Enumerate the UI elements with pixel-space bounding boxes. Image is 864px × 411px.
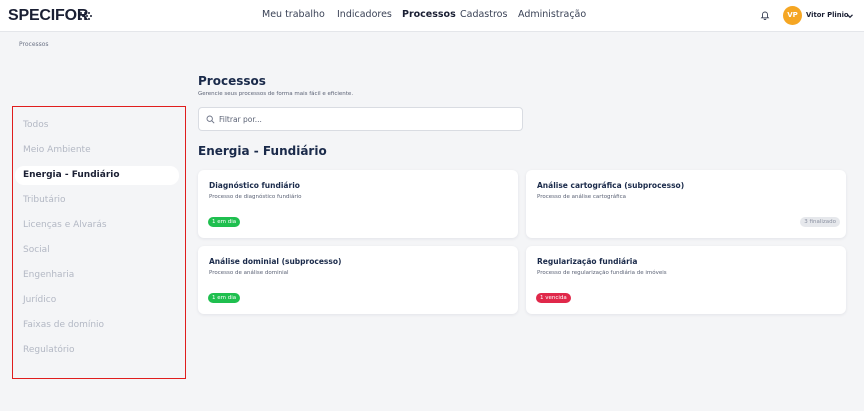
sidebar-item-social[interactable]: Social (23, 245, 50, 255)
sidebar-item-licencas-alvaras[interactable]: Licenças e Alvarás (23, 220, 107, 230)
sidebar-item-juridico[interactable]: Jurídico (23, 295, 56, 305)
logo-dots-icon (80, 12, 94, 22)
user-avatar[interactable]: VP (783, 6, 802, 25)
nav-meu-trabalho[interactable]: Meu trabalho (262, 9, 325, 25)
sidebar-item-faixas-dominio[interactable]: Faixas de domínio (23, 320, 104, 330)
card-title[interactable]: Análise cartográfica (subprocesso) (537, 181, 684, 190)
breadcrumb[interactable]: Processos (19, 41, 49, 48)
process-card-analise-dominial[interactable]: Análise dominial (subprocesso) Processo … (198, 246, 518, 314)
top-navbar: SPECIFOR Meu trabalho Indicadores Proces… (0, 0, 864, 32)
card-subtitle: Processo de análise cartográfica (537, 194, 627, 200)
nav-administracao[interactable]: Administração (518, 9, 586, 25)
search-icon (206, 115, 215, 124)
sidebar-item-regulatorio[interactable]: Regulatório (23, 345, 75, 355)
status-badge: 1 em dia (208, 217, 241, 227)
nav-processos[interactable]: Processos (402, 9, 456, 25)
section-title: Energia - Fundiário (198, 144, 327, 158)
card-subtitle: Processo de regularização fundiária de i… (537, 270, 667, 276)
nav-indicadores[interactable]: Indicadores (337, 9, 392, 25)
status-badge: 3 finalizado (800, 217, 840, 227)
nav-cadastros[interactable]: Cadastros (460, 9, 507, 25)
sidebar-item-todos[interactable]: Todos (23, 120, 48, 130)
status-badge: 1 vencida (536, 293, 571, 303)
card-title[interactable]: Análise dominial (subprocesso) (209, 257, 341, 266)
card-title[interactable]: Diagnóstico fundiário (209, 181, 300, 190)
process-card-regularizacao[interactable]: Regularização fundiária Processo de regu… (526, 246, 846, 314)
sidebar-item-tributario[interactable]: Tributário (23, 195, 66, 205)
process-card-diagnostico[interactable]: Diagnóstico fundiário Processo de diagnó… (198, 170, 518, 238)
user-name[interactable]: Vitor Plinio (806, 11, 849, 19)
chevron-down-icon[interactable] (846, 12, 854, 20)
sidebar-item-meio-ambiente[interactable]: Meio Ambiente (23, 145, 91, 155)
bell-icon[interactable] (760, 10, 770, 20)
sidebar-item-engenharia[interactable]: Engenharia (23, 270, 74, 280)
filter-box[interactable] (198, 107, 523, 131)
filter-input[interactable] (219, 113, 509, 126)
card-subtitle: Processo de diagnóstico fundiário (209, 194, 302, 200)
card-subtitle: Processo de análise dominial (209, 270, 289, 276)
page-title: Processos (198, 74, 266, 88)
card-title[interactable]: Regularização fundiária (537, 257, 637, 266)
app-logo[interactable]: SPECIFOR (8, 7, 88, 25)
sidebar-item-energia-fundiario[interactable]: Energia - Fundiário (23, 170, 120, 180)
page-subtitle: Gerencie seus processos de forma mais fá… (198, 91, 354, 97)
category-sidebar: Todos Meio Ambiente Energia - Fundiário … (12, 106, 186, 379)
process-card-analise-cartografica[interactable]: Análise cartográfica (subprocesso) Proce… (526, 170, 846, 238)
status-badge: 1 em dia (208, 293, 241, 303)
